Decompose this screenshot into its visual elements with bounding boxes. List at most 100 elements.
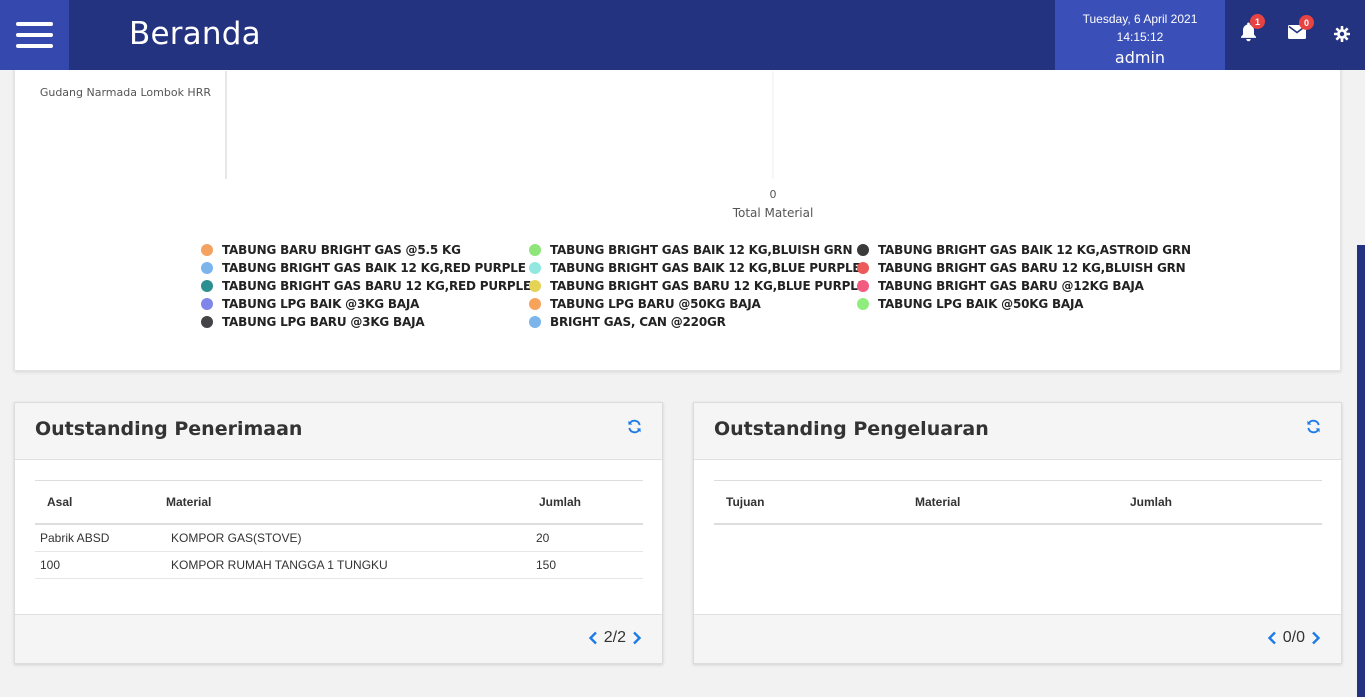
card-title: Outstanding Penerimaan — [35, 418, 303, 440]
legend-label: TABUNG LPG BAIK @3KG BAJA — [222, 297, 420, 311]
legend-marker — [201, 280, 213, 292]
card-footer: 0/0 — [694, 614, 1341, 663]
card-header: Outstanding Pengeluaran — [694, 403, 1341, 460]
column-header-jumlah[interactable]: Jumlah — [1130, 495, 1322, 509]
column-header-material[interactable]: Material — [166, 495, 531, 509]
legend-item[interactable]: TABUNG BRIGHT GAS BARU 12 KG,BLUISH GRN — [857, 259, 1187, 277]
right-edge-strip — [1357, 245, 1365, 697]
legend-item[interactable]: TABUNG BRIGHT GAS BAIK 12 KG,BLUE PURPLE — [529, 259, 861, 277]
notifications-button[interactable]: 1 — [1240, 14, 1265, 47]
chevron-left-icon — [588, 631, 597, 645]
legend-marker — [201, 244, 213, 256]
stock-bar-chart: Gudang Narmada Lombok HRR 0 Total Materi… — [40, 71, 814, 220]
legend-label: TABUNG BARU BRIGHT GAS @5.5 KG — [222, 243, 461, 257]
y-tick-label: Gudang Narmada Lombok HRR — [40, 86, 212, 99]
messages-button[interactable]: 0 — [1288, 15, 1314, 44]
legend-label: TABUNG BRIGHT GAS BAIK 12 KG,RED PURPLE — [222, 261, 526, 275]
prev-page-button[interactable] — [588, 631, 598, 645]
legend-item[interactable]: TABUNG LPG BARU @3KG BAJA — [201, 313, 529, 331]
legend-item[interactable]: TABUNG LPG BAIK @50KG BAJA — [857, 295, 1187, 313]
table-row[interactable]: 100 KOMPOR RUMAH TANGGA 1 TUNGKU 150 — [35, 552, 643, 579]
legend-item[interactable]: TABUNG BRIGHT GAS BAIK 12 KG,ASTROID GRN — [857, 241, 1191, 259]
legend-label: TABUNG BRIGHT GAS BARU 12 KG,BLUISH GRN — [878, 261, 1186, 275]
legend-item[interactable]: TABUNG BRIGHT GAS BARU 12 KG,BLUE PURPLE — [529, 277, 866, 295]
username[interactable]: admin — [1055, 48, 1225, 67]
legend-item[interactable]: TABUNG BARU BRIGHT GAS @5.5 KG — [201, 241, 529, 259]
menu-icon-bar — [16, 33, 53, 37]
outstanding-pengeluaran-card: Outstanding Pengeluaran Tujuan Material … — [693, 402, 1342, 664]
legend-marker — [857, 262, 869, 274]
page-indicator: 0/0 — [1282, 629, 1305, 646]
legend-marker — [201, 298, 213, 310]
menu-icon-bar — [16, 44, 53, 48]
prev-page-button[interactable] — [1267, 631, 1277, 645]
pagination: 2/2 — [588, 629, 642, 647]
column-header-tujuan[interactable]: Tujuan — [714, 495, 915, 509]
legend-label: TABUNG BRIGHT GAS BARU 12 KG,BLUE PURPLE — [550, 279, 866, 293]
page-title: Beranda — [129, 16, 261, 52]
refresh-pengeluaran-button[interactable] — [1306, 419, 1321, 439]
refresh-icon — [628, 419, 641, 434]
legend-item[interactable]: BRIGHT GAS, CAN @220GR — [529, 313, 857, 331]
legend-marker — [529, 244, 541, 256]
refresh-penerimaan-button[interactable] — [627, 419, 642, 439]
card-header: Outstanding Penerimaan — [15, 403, 662, 460]
table-row[interactable]: Pabrik ABSD KOMPOR GAS(STOVE) 20 — [35, 525, 643, 552]
legend-label: TABUNG LPG BARU @50KG BAJA — [550, 297, 761, 311]
legend-item[interactable]: TABUNG BRIGHT GAS BAIK 12 KG,RED PURPLE — [201, 259, 529, 277]
legend-marker — [529, 262, 541, 274]
legend-item[interactable]: TABUNG LPG BARU @50KG BAJA — [529, 295, 857, 313]
current-time: 14:15:12 — [1116, 30, 1164, 44]
legend-item[interactable]: TABUNG LPG BAIK @3KG BAJA — [201, 295, 529, 313]
x-tick-label: 0 — [770, 188, 777, 201]
legend-item[interactable]: TABUNG BRIGHT GAS BAIK 12 KG,BLUISH GRN — [529, 241, 857, 259]
legend-label: TABUNG LPG BARU @3KG BAJA — [222, 315, 425, 329]
legend-label: TABUNG BRIGHT GAS BAIK 12 KG,BLUE PURPLE — [550, 261, 861, 275]
page-indicator: 2/2 — [603, 629, 626, 646]
legend-item[interactable]: TABUNG BRIGHT GAS BARU 12 KG,RED PURPLE — [201, 277, 531, 295]
stock-chart-card: Gudang Narmada Lombok HRR 0 Total Materi… — [14, 40, 1341, 371]
settings-button[interactable] — [1334, 26, 1350, 47]
legend-marker — [857, 280, 869, 292]
legend-marker — [529, 280, 541, 292]
menu-icon-bar — [16, 22, 53, 26]
table-header-row: Asal Material Jumlah — [35, 481, 643, 525]
pengeluaran-table: Tujuan Material Jumlah — [714, 480, 1322, 525]
column-header-material[interactable]: Material — [915, 495, 1130, 509]
legend-label: TABUNG BRIGHT GAS BAIK 12 KG,ASTROID GRN — [878, 243, 1191, 257]
legend-marker — [201, 316, 213, 328]
cell-jumlah: 150 — [536, 558, 557, 572]
messages-badge: 0 — [1299, 15, 1314, 30]
legend-marker — [857, 244, 869, 256]
refresh-icon — [1307, 419, 1320, 434]
next-page-button[interactable] — [1311, 631, 1321, 645]
column-header-jumlah[interactable]: Jumlah — [531, 495, 643, 509]
chevron-left-icon — [1267, 631, 1276, 645]
legend-label: TABUNG LPG BAIK @50KG BAJA — [878, 297, 1084, 311]
cell-asal: 100 — [40, 558, 61, 572]
chevron-right-icon — [633, 631, 642, 645]
legend-marker — [201, 262, 213, 274]
datetime-user-box: Tuesday, 6 April 2021 14:15:12 admin — [1055, 0, 1225, 70]
cell-material: KOMPOR GAS(STOVE) — [171, 531, 302, 545]
legend-marker — [529, 316, 541, 328]
legend-item[interactable]: TABUNG BRIGHT GAS BARU @12KG BAJA — [857, 277, 1187, 295]
legend-marker — [857, 298, 869, 310]
card-footer: 2/2 — [15, 614, 662, 663]
next-page-button[interactable] — [632, 631, 642, 645]
current-date: Tuesday, 6 April 2021 — [1082, 12, 1198, 26]
legend-label: TABUNG BRIGHT GAS BAIK 12 KG,BLUISH GRN — [550, 243, 853, 257]
pagination: 0/0 — [1267, 629, 1321, 647]
top-bar: Beranda Tuesday, 6 April 2021 14:15:12 a… — [0, 0, 1365, 70]
notifications-badge: 1 — [1250, 14, 1265, 29]
x-axis-title: Total Material — [732, 206, 814, 220]
legend-label: TABUNG BRIGHT GAS BARU 12 KG,RED PURPLE — [222, 279, 531, 293]
penerimaan-table: Asal Material Jumlah Pabrik ABSD KOMPOR … — [35, 480, 643, 579]
gear-icon — [1334, 26, 1350, 42]
legend-label: TABUNG BRIGHT GAS BARU @12KG BAJA — [878, 279, 1144, 293]
column-header-asal[interactable]: Asal — [35, 495, 166, 509]
legend-marker — [529, 298, 541, 310]
table-header-row: Tujuan Material Jumlah — [714, 481, 1322, 525]
card-title: Outstanding Pengeluaran — [714, 418, 989, 440]
hamburger-menu-button[interactable] — [0, 0, 69, 70]
